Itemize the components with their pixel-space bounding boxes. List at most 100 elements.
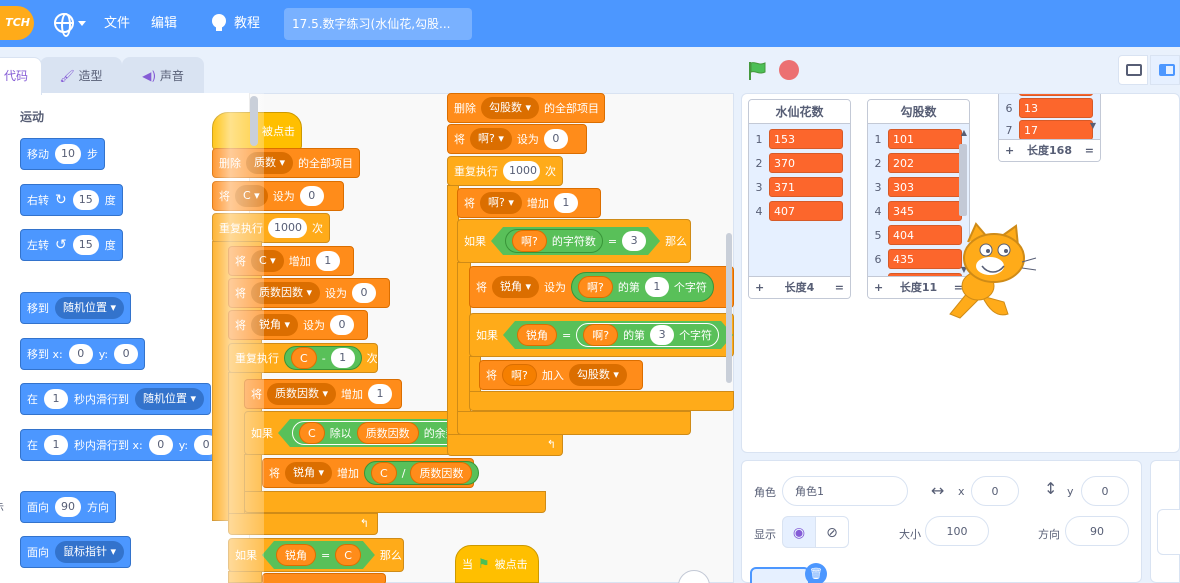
x-input[interactable]: 0	[971, 476, 1019, 506]
stage-target-pane[interactable]	[1150, 460, 1180, 583]
large-stage-button[interactable]	[1150, 55, 1180, 85]
value-input[interactable]: 3	[650, 325, 674, 345]
factor-reporter[interactable]: 质数因数	[410, 462, 473, 484]
repeat-block[interactable]: 重复执行 1000 次	[212, 213, 330, 243]
add-to-list-block[interactable]: 将 啊? 加入 勾股数	[479, 360, 643, 390]
add-item-button[interactable]: +	[874, 277, 883, 298]
palette-move-block[interactable]: 移动 10 步	[20, 138, 105, 170]
stage[interactable]: 水仙花数 1 153 2 370 3 371 4 407 + 长度4 = 勾股数 1 101 2 2…	[741, 93, 1180, 453]
divide-reporter[interactable]: C / 质数因数	[364, 461, 480, 485]
list-item-value[interactable]: 153	[769, 129, 843, 149]
delete-all-block[interactable]: 删除 质数 的全部项目	[212, 148, 360, 178]
obtuse-reporter[interactable]: 锐角	[276, 544, 316, 566]
resize-handle[interactable]: =	[1085, 140, 1094, 161]
list-item[interactable]: 2 202	[868, 152, 962, 174]
variable-dropdown[interactable]: C	[235, 185, 268, 207]
palette-glide-block[interactable]: 在 1 秒内滑行到 随机位置	[20, 383, 212, 415]
ah-reporter[interactable]: 啊?	[583, 324, 618, 346]
variable-dropdown[interactable]: 锐角	[492, 276, 540, 298]
list-monitor-primes[interactable]: 511613717 ▼ + 长度168 =	[998, 94, 1101, 162]
small-stage-button[interactable]	[1118, 55, 1148, 85]
list-monitor-narcissistic[interactable]: 水仙花数 1 153 2 370 3 371 4 407 + 长度4 =	[748, 99, 851, 299]
x-input[interactable]: 0	[148, 435, 173, 455]
repeat-count-input[interactable]: 1000	[268, 218, 307, 238]
if-length-block[interactable]: 如果 啊? 的字符数 = 3 那么	[457, 219, 691, 263]
list-item-value[interactable]: 345	[888, 201, 962, 221]
list-dropdown[interactable]: 勾股数	[481, 97, 540, 119]
cat-sprite[interactable]	[938, 222, 1038, 328]
c-reporter[interactable]: C	[335, 544, 361, 566]
value-input[interactable]: 1	[553, 193, 578, 213]
palette-point-towards-block[interactable]: 面向 鼠标指针	[20, 536, 132, 568]
direction-input[interactable]: 90	[1065, 516, 1129, 546]
variable-dropdown[interactable]: C	[251, 250, 284, 272]
size-input[interactable]: 100	[925, 516, 989, 546]
show-button[interactable]: ◉	[782, 516, 816, 548]
value-input[interactable]: 0	[299, 186, 324, 206]
value-input[interactable]: 0	[330, 315, 355, 335]
menu-tutorials[interactable]: 教程	[234, 0, 260, 47]
variable-dropdown[interactable]: 啊?	[480, 192, 522, 214]
list-item-value[interactable]: 101	[888, 129, 962, 149]
y-input[interactable]: 0	[114, 344, 139, 364]
y-input[interactable]: 0	[1081, 476, 1129, 506]
factor-reporter[interactable]: 质数因数	[357, 422, 419, 444]
letter-of-reporter[interactable]: 啊? 的第 1 个字符	[571, 272, 714, 302]
list-item-value[interactable]: 371	[769, 177, 843, 197]
letter-of-reporter[interactable]: 啊? 的第 3 个字符	[576, 323, 719, 347]
target-dropdown[interactable]: 随机位置	[135, 388, 205, 410]
list-item[interactable]: 3 303	[868, 176, 962, 198]
hide-button[interactable]: ⊘	[815, 516, 849, 548]
steps-input[interactable]: 10	[55, 144, 81, 164]
menu-file[interactable]: 文件	[104, 0, 130, 47]
project-title-input[interactable]: 17.5.数字练习(水仙花,勾股...	[284, 8, 472, 40]
length-reporter[interactable]: 啊? 的字符数	[505, 229, 603, 253]
palette-glide-xy-block[interactable]: 在 1 秒内滑行到 x: 0 y: 0	[20, 429, 226, 461]
if-equals-block[interactable]: 如果 锐角 = C 那么	[228, 538, 404, 572]
set-factor-block[interactable]: 将 质数因数 设为 0	[228, 278, 390, 308]
chevron-down-icon[interactable]	[78, 21, 86, 26]
equals-condition[interactable]: 锐角 = C	[262, 541, 375, 569]
palette-turn-left-block[interactable]: 左转 ↺ 15 度	[20, 229, 123, 261]
list-item-value[interactable]: 202	[888, 153, 962, 173]
palette-turn-right-block[interactable]: 右转 ↻ 15 度	[20, 184, 123, 216]
list-item[interactable]: 2 370	[749, 152, 843, 174]
degrees-input[interactable]: 15	[72, 235, 99, 255]
value-input[interactable]: 1	[330, 348, 355, 368]
add-item-button[interactable]: +	[755, 277, 764, 298]
value-input[interactable]: 1	[368, 384, 393, 404]
variable-dropdown[interactable]: 质数因数	[267, 383, 337, 405]
green-flag-icon[interactable]	[746, 60, 768, 82]
seconds-input[interactable]: 1	[44, 389, 68, 409]
delete-all-gougu-block[interactable]: 删除 勾股数 的全部项目	[447, 93, 605, 123]
list-item[interactable]: 4 345	[868, 200, 962, 222]
set-obtuse-block[interactable]: 将 锐角 设为 0	[228, 310, 368, 340]
scroll-up-icon[interactable]: ▲	[961, 128, 967, 137]
list-item-value[interactable]: 11	[1019, 94, 1093, 96]
globe-icon[interactable]	[54, 13, 74, 37]
add-item-button[interactable]: +	[1005, 140, 1014, 161]
x-input[interactable]: 0	[68, 344, 93, 364]
tab-code[interactable]: 代码	[0, 57, 42, 95]
stage-thumbnail[interactable]	[1157, 509, 1180, 555]
repeat-count-input[interactable]: 1000	[503, 161, 540, 181]
equals-condition[interactable]: 啊? 的字符数 = 3	[491, 227, 660, 255]
list-item-value[interactable]: 13	[1019, 98, 1093, 118]
target-dropdown[interactable]: 鼠标指针	[55, 541, 125, 563]
change-obtuse-block[interactable]: 将 锐角 增加 C / 质数因数	[262, 458, 480, 488]
set-ah-block[interactable]: 将 啊? 设为 0	[447, 124, 587, 154]
equals-condition[interactable]: 锐角 = 啊? 的第 3 个字符	[503, 321, 733, 349]
stop-icon[interactable]	[779, 60, 799, 80]
value-input[interactable]: 1	[644, 277, 669, 297]
scratch-logo[interactable]: TCH	[0, 6, 34, 40]
direction-input[interactable]: 90	[55, 497, 81, 517]
workspace-scrollbar[interactable]	[726, 233, 732, 383]
if-char-block[interactable]: 如果 锐角 = 啊? 的第 3 个字符	[469, 313, 734, 357]
when-flag-clicked-hat-2[interactable]: 当 ⚑ 被点击	[455, 545, 539, 583]
variable-dropdown[interactable]: 啊?	[470, 128, 512, 150]
variable-dropdown[interactable]: 锐角	[251, 314, 299, 336]
seconds-input[interactable]: 1	[44, 435, 68, 455]
list-item-value[interactable]: 303	[888, 177, 962, 197]
palette-goto-xy-block[interactable]: 移到 x: 0 y: 0	[20, 338, 146, 370]
palette-goto-block[interactable]: 移到 随机位置	[20, 292, 132, 324]
